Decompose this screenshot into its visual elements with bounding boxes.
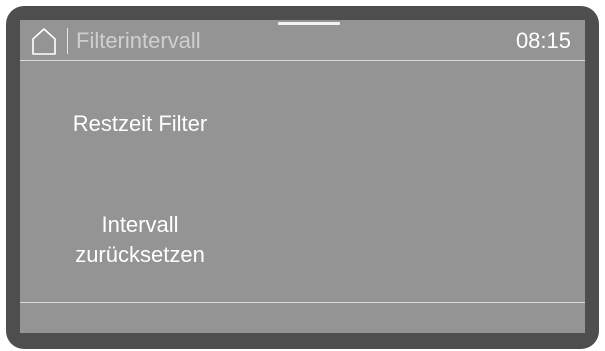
footer-divider <box>20 302 585 303</box>
display-screen: Filterintervall 08:15 Restzeit Filter In… <box>20 20 585 333</box>
home-button[interactable] <box>30 26 58 56</box>
page-title: Filterintervall <box>76 28 201 53</box>
header-divider <box>20 60 585 61</box>
device-frame: Filterintervall 08:15 Restzeit Filter In… <box>0 0 605 351</box>
swipe-handle[interactable] <box>278 22 340 25</box>
home-icon <box>32 28 56 55</box>
menu-item-label-line-2: zurücksetzen <box>75 242 205 267</box>
menu-item-intervall-zuruecksetzen[interactable]: Intervall zurücksetzen <box>40 210 240 270</box>
menu-item-label: Restzeit Filter <box>72 111 208 136</box>
header-bar: Filterintervall 08:15 <box>20 20 585 62</box>
menu-item-restzeit-filter[interactable]: Restzeit Filter <box>40 109 240 139</box>
header-separator <box>67 28 68 54</box>
clock-time: 08:15 <box>515 28 571 53</box>
menu-item-label-line-1: Intervall <box>101 212 179 237</box>
